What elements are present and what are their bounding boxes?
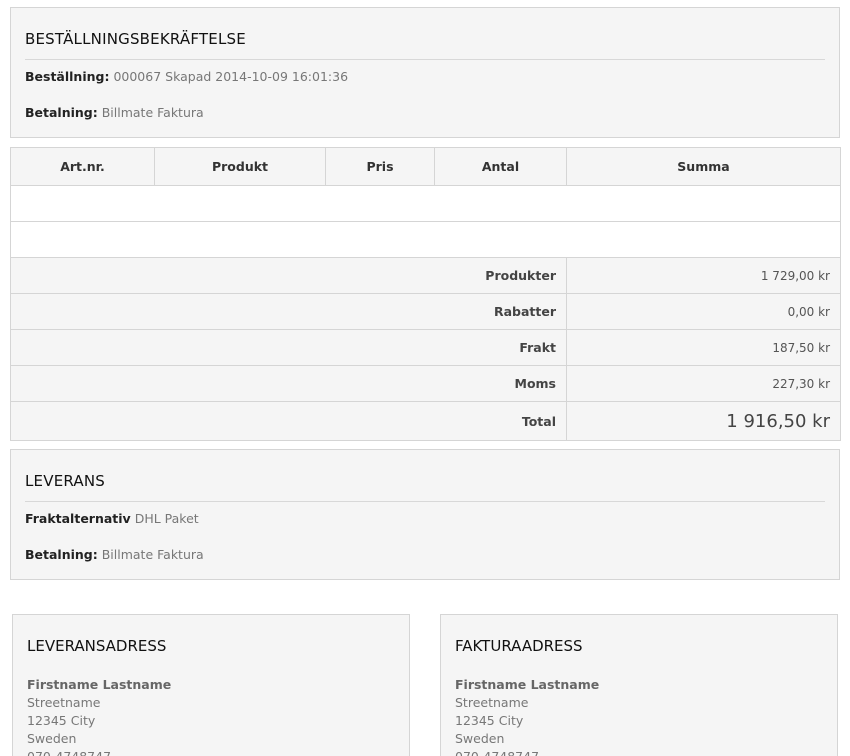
address-name: Firstname Lastname [455,677,600,692]
col-header-artnr: Art.nr. [10,147,155,186]
table-row [10,221,841,258]
table-header-row: Art.nr. Produkt Pris Antal Summa [10,147,841,186]
col-header-price: Pris [325,147,435,186]
billing-address-panel: FAKTURAADRESS Firstname Lastname Streetn… [440,614,838,756]
address-street: Streetname [27,695,101,710]
shipping-method-info: Fraktalternativ DHL Paket [25,511,199,526]
totals-value: 227,30 kr [566,365,841,402]
totals-value: 187,50 kr [566,329,841,366]
address-phone: 070-4748747 [455,748,599,756]
address-city: 12345 City [455,713,524,728]
totals-value: 1 729,00 kr [566,257,841,294]
order-info: Beställning: 000067 Skapad 2014-10-09 16… [25,69,348,84]
totals-label: Produkter [10,257,567,294]
col-header-product: Produkt [154,147,326,186]
address-city: 12345 City [27,713,96,728]
col-header-quantity: Antal [434,147,567,186]
totals-label: Rabatter [10,293,567,330]
delivery-panel: LEVERANS Fraktalternativ DHL Paket Betal… [10,449,840,580]
total-label: Total [10,401,567,441]
totals-row-shipping: Frakt 187,50 kr [10,329,841,366]
totals-value: 0,00 kr [566,293,841,330]
divider [25,501,825,502]
col-header-sum: Summa [566,147,841,186]
address-name: Firstname Lastname [27,677,172,692]
order-confirmation-panel: BESTÄLLNINGSBEKRÄFTELSE Beställning: 000… [10,7,840,138]
payment-info: Betalning: Billmate Faktura [25,105,204,120]
table-row [10,185,841,222]
total-value: 1 916,50 kr [566,401,841,441]
address-phone: 070-4748747 [27,748,171,756]
order-confirmation-title: BESTÄLLNINGSBEKRÄFTELSE [25,30,246,48]
order-items-table: Art.nr. Produkt Pris Antal Summa Produkt… [10,147,841,441]
billing-address-lines: Firstname Lastname Streetname 12345 City… [455,676,599,756]
order-label: Beställning: [25,69,110,84]
address-country: Sweden [27,731,77,746]
address-country: Sweden [455,731,505,746]
payment-label: Betalning: [25,105,98,120]
shipping-address-title: LEVERANSADRESS [27,637,167,655]
payment-label: Betalning: [25,547,98,562]
address-street: Streetname [455,695,529,710]
totals-row-products: Produkter 1 729,00 kr [10,257,841,294]
totals-label: Moms [10,365,567,402]
totals-row-total: Total 1 916,50 kr [10,401,841,441]
shipping-address-panel: LEVERANSADRESS Firstname Lastname Street… [12,614,410,756]
delivery-payment-info: Betalning: Billmate Faktura [25,547,204,562]
totals-row-discounts: Rabatter 0,00 kr [10,293,841,330]
shipping-method-label: Fraktalternativ [25,511,131,526]
totals-label: Frakt [10,329,567,366]
payment-value: Billmate Faktura [101,105,204,120]
shipping-method-value: DHL Paket [134,511,199,526]
delivery-title: LEVERANS [25,472,105,490]
order-value: 000067 Skapad 2014-10-09 16:01:36 [113,69,349,84]
billing-address-title: FAKTURAADRESS [455,637,583,655]
payment-value: Billmate Faktura [101,547,204,562]
shipping-address-lines: Firstname Lastname Streetname 12345 City… [27,676,171,756]
divider [25,59,825,60]
totals-row-vat: Moms 227,30 kr [10,365,841,402]
